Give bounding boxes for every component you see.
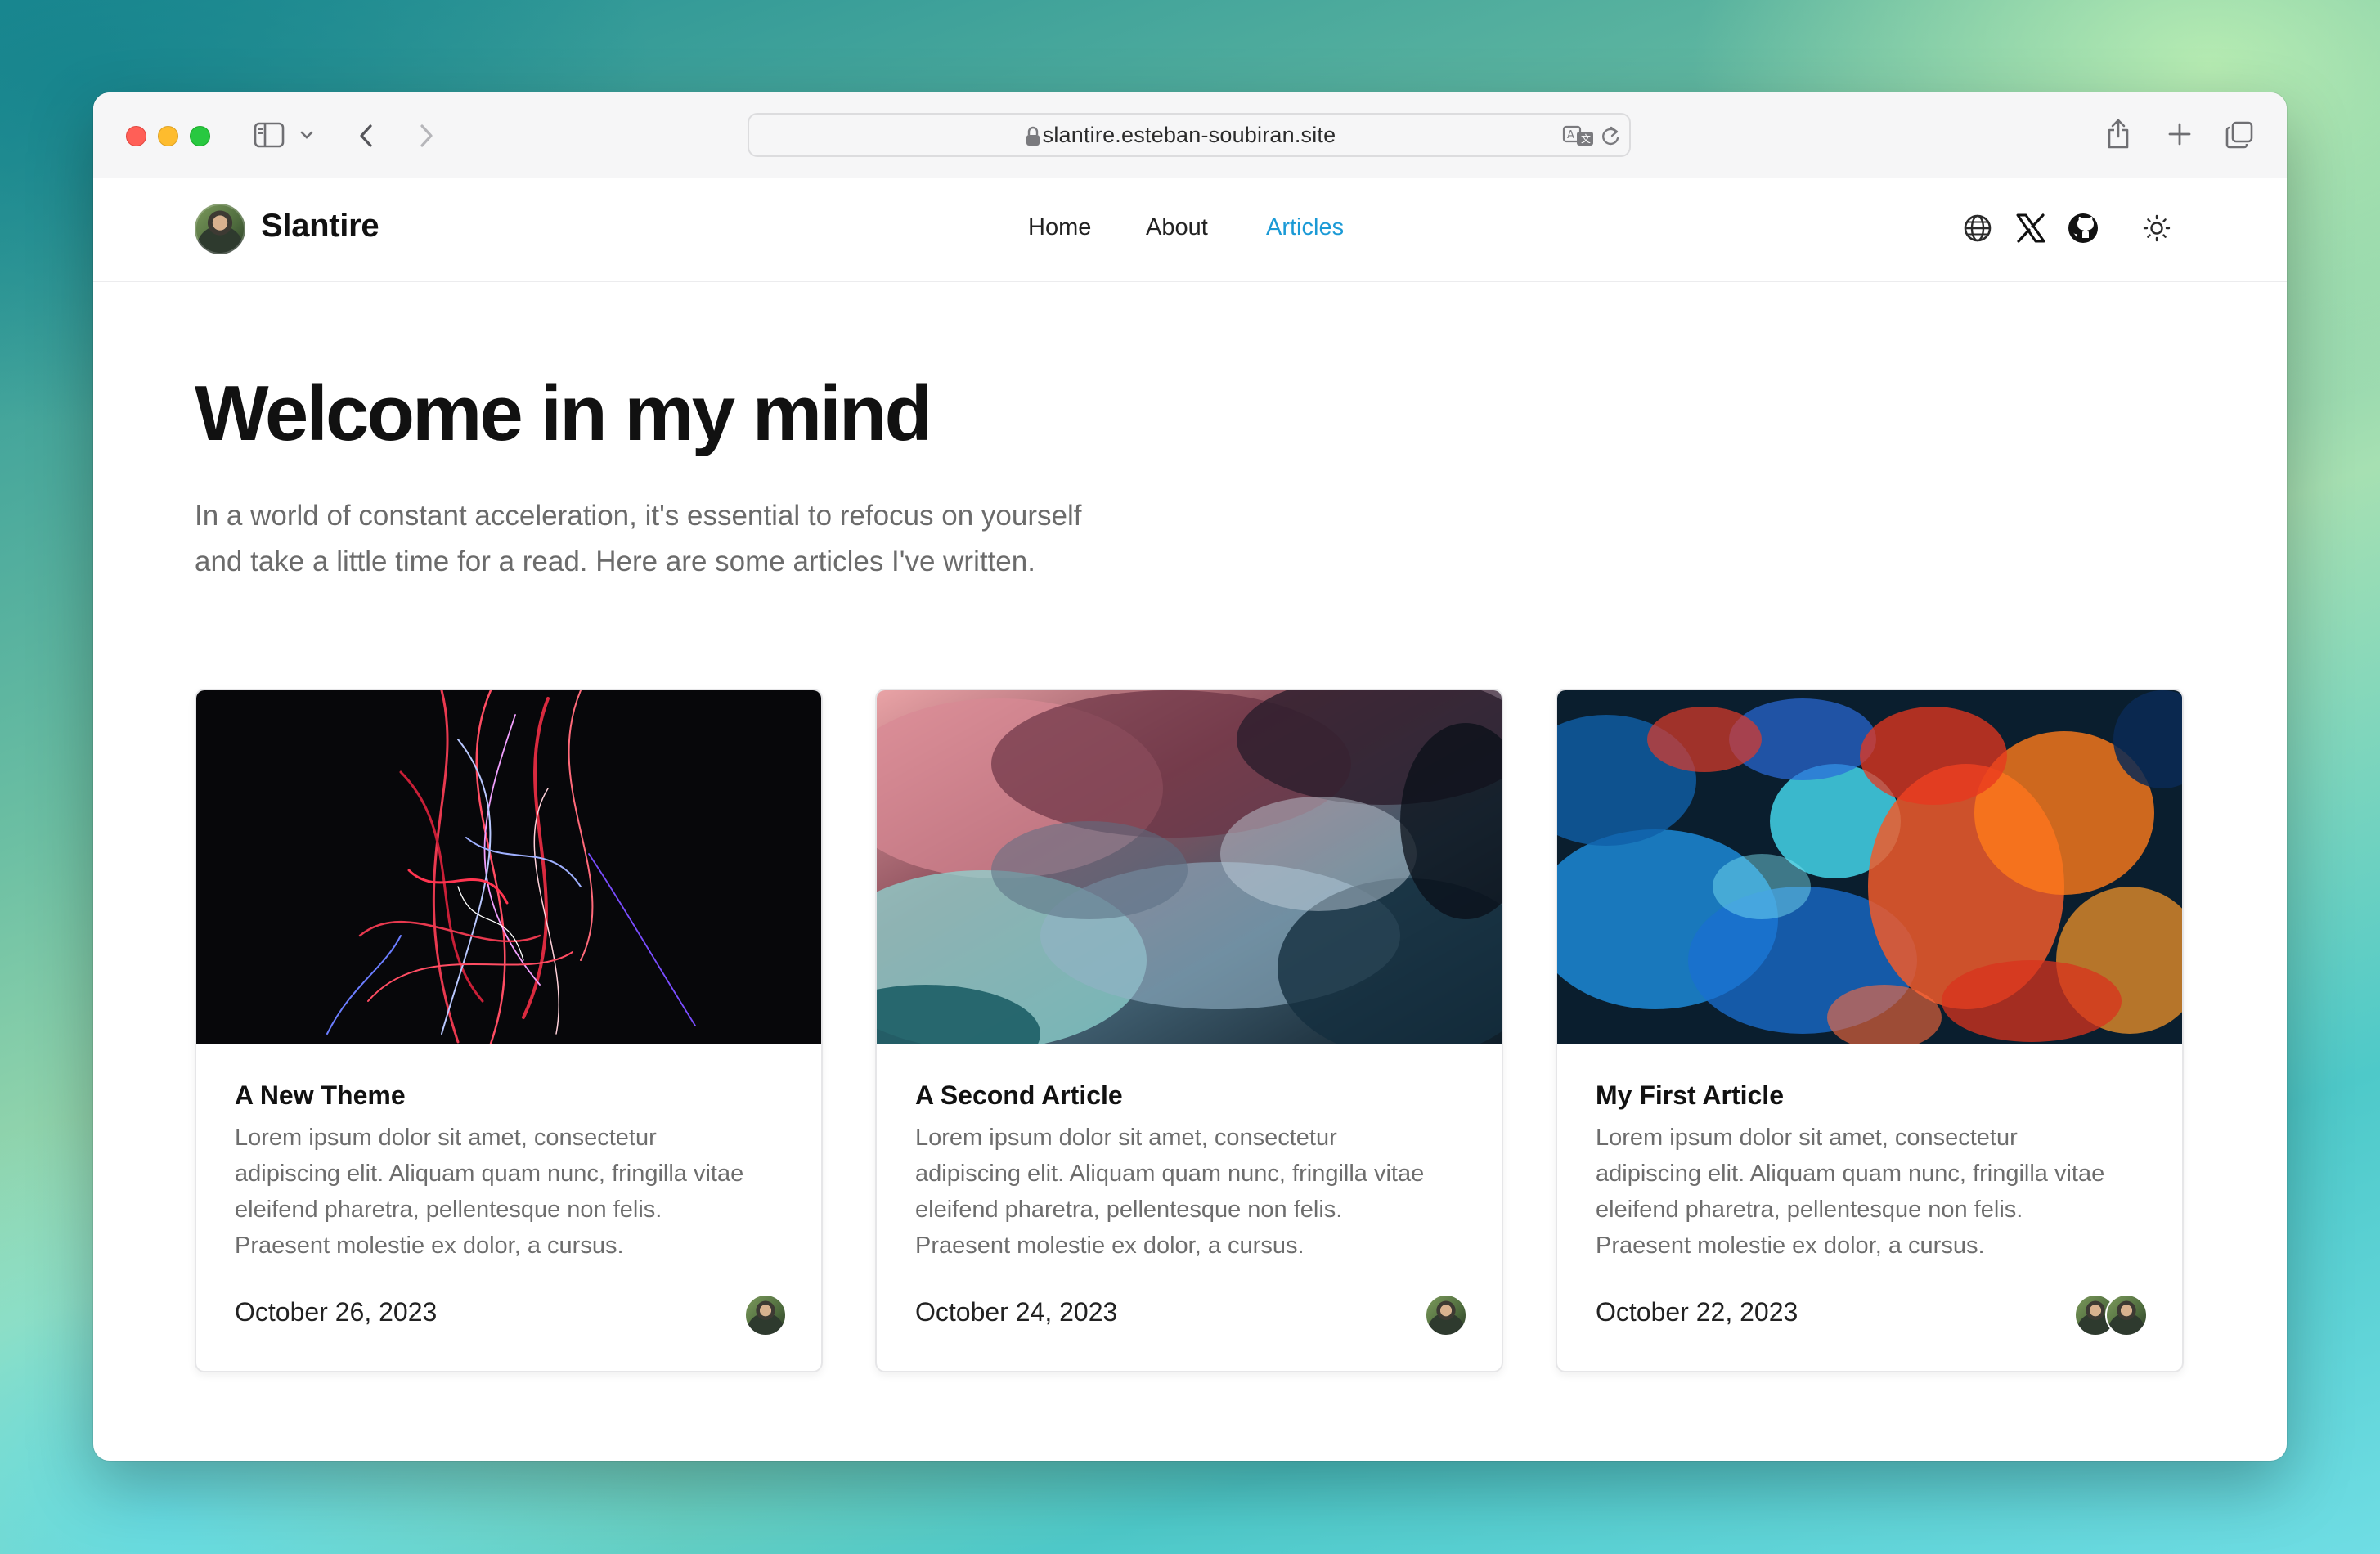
article-cover-image[interactable] <box>877 690 1502 1044</box>
article-excerpt-line: Praesent molestie ex dolor, a cursus. <box>235 1233 624 1259</box>
sun-icon[interactable] <box>2142 213 2171 247</box>
minimize-window-button[interactable] <box>158 126 178 146</box>
address-bar[interactable]: slantire.esteban-soubiran.site A文 <box>748 113 1631 157</box>
back-icon[interactable] <box>357 123 375 149</box>
github-icon[interactable] <box>2067 212 2099 249</box>
translate-icon[interactable]: A文 <box>1562 124 1595 151</box>
article-excerpt-line: eleifend pharetra, pellentesque non feli… <box>1596 1197 2023 1223</box>
chevron-down-icon[interactable] <box>299 130 314 140</box>
article-date: October 26, 2023 <box>235 1297 438 1327</box>
article-excerpt-line: adipiscing elit. Aliquam quam nunc, frin… <box>235 1161 744 1187</box>
article-title[interactable]: A New Theme <box>235 1080 406 1111</box>
author-avatar[interactable] <box>1425 1294 1467 1336</box>
nav-home-link[interactable]: Home <box>1028 214 1091 241</box>
browser-toolbar: slantire.esteban-soubiran.site A文 <box>93 92 2287 180</box>
article-card[interactable]: My First Article Lorem ipsum dolor sit a… <box>1556 689 2184 1372</box>
article-date: October 22, 2023 <box>1596 1297 1798 1327</box>
globe-icon[interactable] <box>1963 213 1992 247</box>
article-title[interactable]: A Second Article <box>915 1080 1123 1111</box>
article-card[interactable]: A Second Article Lorem ipsum dolor sit a… <box>875 689 1503 1372</box>
avatar[interactable] <box>195 204 245 254</box>
svg-text:文: 文 <box>1581 132 1591 145</box>
url-text: slantire.esteban-soubiran.site <box>1042 123 1336 147</box>
article-excerpt-line: Lorem ipsum dolor sit amet, consectetur <box>915 1125 1337 1151</box>
page-description-line: In a world of constant acceleration, it'… <box>195 500 1082 532</box>
article-excerpt-line: Lorem ipsum dolor sit amet, consectetur <box>1596 1125 2018 1151</box>
forward-icon[interactable] <box>417 123 435 149</box>
share-icon[interactable] <box>2105 117 2131 150</box>
nav-articles-link[interactable]: Articles <box>1266 214 1344 241</box>
sidebar-toggle-icon[interactable] <box>254 122 285 148</box>
reload-icon[interactable] <box>1600 125 1621 152</box>
page-description-line: and take a little time for a read. Here … <box>195 546 1035 577</box>
article-excerpt-line: adipiscing elit. Aliquam quam nunc, frin… <box>1596 1161 2105 1187</box>
article-card[interactable]: A New Theme Lorem ipsum dolor sit amet, … <box>195 689 823 1372</box>
x-logo-icon[interactable] <box>2015 213 2046 248</box>
article-excerpt: Lorem ipsum dolor sit amet, consectetur … <box>1596 1120 2160 1264</box>
browser-window: slantire.esteban-soubiran.site A文 Slanti… <box>93 92 2287 1461</box>
close-window-button[interactable] <box>126 126 146 146</box>
page-description: In a world of constant acceleration, it'… <box>195 493 1176 585</box>
article-excerpt-line: eleifend pharetra, pellentesque non feli… <box>235 1197 662 1223</box>
nav-about-link[interactable]: About <box>1146 214 1208 241</box>
author-avatar[interactable] <box>744 1294 787 1336</box>
article-title[interactable]: My First Article <box>1596 1080 1784 1111</box>
svg-text:A: A <box>1567 129 1574 141</box>
page-title: Welcome in my mind <box>195 370 932 457</box>
zoom-window-button[interactable] <box>190 126 210 146</box>
tab-overview-icon[interactable] <box>2225 120 2254 150</box>
article-excerpt-line: Praesent molestie ex dolor, a cursus. <box>915 1233 1305 1259</box>
article-excerpt: Lorem ipsum dolor sit amet, consectetur … <box>235 1120 799 1264</box>
article-excerpt: Lorem ipsum dolor sit amet, consectetur … <box>915 1120 1480 1264</box>
site-brand[interactable]: Slantire <box>261 208 379 245</box>
article-excerpt-line: Lorem ipsum dolor sit amet, consectetur <box>235 1125 657 1151</box>
article-excerpt-line: Praesent molestie ex dolor, a cursus. <box>1596 1233 1985 1259</box>
article-excerpt-line: adipiscing elit. Aliquam quam nunc, frin… <box>915 1161 1425 1187</box>
article-date: October 24, 2023 <box>915 1297 1118 1327</box>
article-cover-image[interactable] <box>1557 690 2182 1044</box>
article-excerpt-line: eleifend pharetra, pellentesque non feli… <box>915 1197 1343 1223</box>
new-tab-icon[interactable] <box>2167 122 2192 146</box>
author-avatar[interactable] <box>2105 1294 2148 1336</box>
site-header: Slantire Home About Articles <box>93 178 2287 282</box>
article-cover-image[interactable] <box>196 690 821 1044</box>
